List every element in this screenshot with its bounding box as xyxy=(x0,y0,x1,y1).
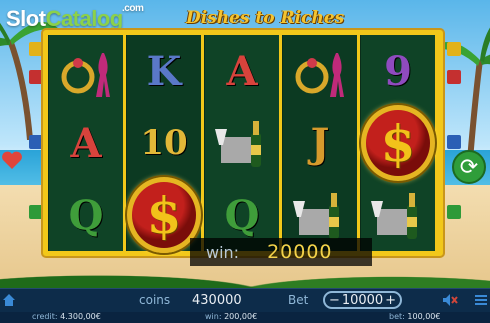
reel-2: K 10 $ xyxy=(126,35,201,253)
symbol-k: K xyxy=(146,47,182,95)
reel-cell xyxy=(361,179,435,251)
bet-value: 10000 xyxy=(341,292,384,308)
symbol-9: 9 xyxy=(384,47,412,95)
menu-icon[interactable] xyxy=(474,293,488,307)
payline-marker xyxy=(29,70,43,84)
symbol-q: Q xyxy=(68,191,104,239)
reel-cell xyxy=(283,35,357,107)
reel-1: A Q xyxy=(48,35,123,251)
reel-cell xyxy=(49,35,123,107)
win-label: win: xyxy=(206,242,240,262)
ring-perfume-symbol xyxy=(295,53,344,97)
bet-info: bet: 100,00€ xyxy=(389,312,440,321)
reel-cell: $ xyxy=(361,105,435,181)
reload-icon[interactable]: ⟳ xyxy=(452,150,486,184)
champagne-symbol xyxy=(293,193,339,239)
champagne-symbol xyxy=(215,121,261,167)
footer-bet-value: 100,00€ xyxy=(407,312,441,321)
bet-selector: − 10000 + xyxy=(323,291,402,309)
credit-value: 4.300,00€ xyxy=(60,312,101,321)
win-info: win: 200,00€ xyxy=(205,312,257,321)
logo-slot-text: Slot xyxy=(6,6,46,31)
heart-icon[interactable] xyxy=(0,148,24,172)
logo-com-text: .com xyxy=(122,3,144,14)
symbol-10: 10 xyxy=(140,123,188,163)
game-title: Dishes to Riches xyxy=(186,8,345,28)
coins-value: 430000 xyxy=(192,293,242,308)
win-display: win: 20000 xyxy=(190,238,372,266)
symbol-j: J xyxy=(310,119,330,167)
reel-cell: K xyxy=(127,35,201,107)
reel-cell: J xyxy=(283,107,357,179)
reel-3: A Q xyxy=(204,35,279,251)
reel-cell xyxy=(205,107,279,179)
bet-label: Bet xyxy=(288,293,309,307)
reel-cell: A xyxy=(49,107,123,179)
payline-marker xyxy=(29,42,43,56)
credit-info: credit: 4.300,00€ xyxy=(32,312,101,321)
logo-catalog-text: Catalog xyxy=(45,6,124,31)
home-icon[interactable] xyxy=(2,293,16,307)
reel-cell: Q xyxy=(49,179,123,251)
payline-marker xyxy=(447,205,461,219)
coins-label: coins xyxy=(139,293,171,307)
reel-4: J xyxy=(282,35,357,251)
footer-bet-label: bet: xyxy=(389,312,405,321)
footer-win-label: win: xyxy=(205,312,222,321)
payline-marker xyxy=(447,42,461,56)
win-amount: 20000 xyxy=(267,241,333,263)
payline-marker xyxy=(447,70,461,84)
reel-cell: 10 xyxy=(127,107,201,179)
payline-marker xyxy=(447,135,461,149)
payline-marker xyxy=(29,205,43,219)
symbol-q: Q xyxy=(224,191,260,239)
payline-marker xyxy=(29,135,43,149)
bet-decrease-button[interactable]: − xyxy=(329,293,340,308)
credit-label: credit: xyxy=(32,312,58,321)
symbol-a: A xyxy=(226,47,258,95)
footer-win-value: 200,00€ xyxy=(224,312,258,321)
dollar-coin-symbol: $ xyxy=(361,105,435,181)
reel-cell: A xyxy=(205,35,279,107)
control-bar: coins 430000 Bet xyxy=(0,288,490,313)
slotcatalog-logo: SlotCatalog .com xyxy=(6,3,144,32)
reel-cell: 9 xyxy=(361,35,435,107)
reel-5: 9 $ xyxy=(360,35,435,251)
ring-perfume-symbol xyxy=(61,53,110,97)
symbol-a: A xyxy=(70,119,102,167)
bet-increase-button[interactable]: + xyxy=(385,293,396,308)
sound-icon[interactable] xyxy=(442,293,458,307)
reel-area: A Q K 10 $ A Q J 9 $ xyxy=(48,35,438,253)
champagne-symbol xyxy=(371,193,417,239)
